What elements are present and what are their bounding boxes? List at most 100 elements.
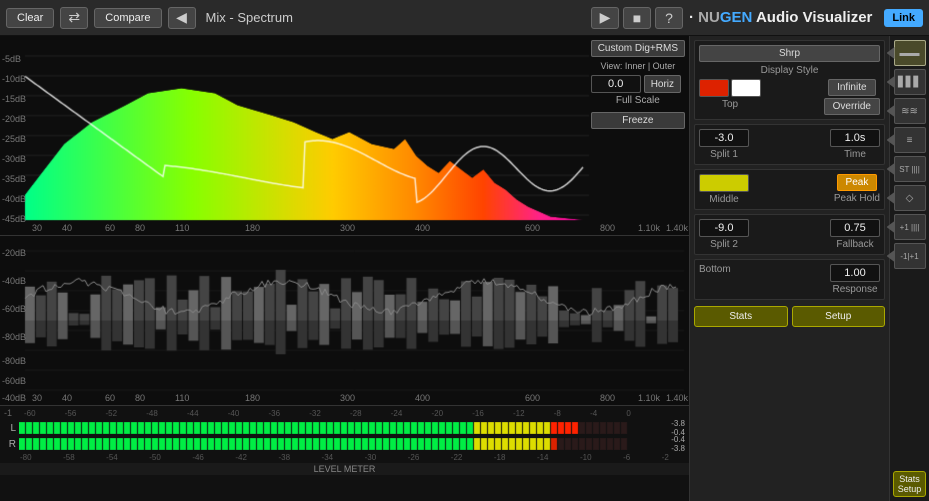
clear-button[interactable]: Clear [6, 8, 54, 28]
icon-btn-2[interactable]: ▋▋▋ + [894, 69, 926, 95]
freq-110: 110 [175, 223, 189, 233]
play-button[interactable]: ▶ [591, 7, 619, 29]
response-value[interactable]: 1.00 [830, 264, 880, 282]
custom-dig-rms-button[interactable]: Custom Dig+RMS [591, 40, 685, 57]
arrow-left-button[interactable]: ◀ [168, 7, 196, 29]
value-box[interactable]: 0.0 [591, 75, 641, 93]
horiz-button[interactable]: Horiz [644, 75, 681, 93]
mfreq-110k: 1.10k [638, 393, 660, 403]
freq-40: 40 [62, 223, 72, 233]
display-style-section: Shrp Display Style Top Infinite Override [694, 40, 885, 120]
infinite-override-col: Infinite Override [824, 79, 880, 115]
icon-btn-1-label: ▬▬ [900, 48, 920, 59]
bottom-label: Bottom [699, 264, 731, 275]
right-panel: Shrp Display Style Top Infinite Override [689, 36, 889, 501]
peak-button[interactable]: Peak [837, 174, 878, 191]
icon-btn-5[interactable]: ST |||| + [894, 156, 926, 182]
mfreq-80: 80 [135, 393, 145, 403]
stop-button[interactable]: ■ [623, 7, 651, 29]
mfreq-180: 180 [245, 393, 260, 403]
stats-setup-row: Stats Setup [694, 304, 885, 327]
icon-btn-4[interactable]: ≡ + [894, 127, 926, 153]
level-meter-label: LEVEL METER [0, 463, 689, 475]
db-label-45: -45dB [2, 214, 26, 224]
link-button[interactable]: Link [884, 9, 923, 27]
freq-140k: 1.40k [666, 223, 688, 233]
compare-button[interactable]: Compare [94, 8, 161, 28]
split1-value[interactable]: -3.0 [699, 129, 749, 147]
meter-area: -20dB -40dB -60dB -80dB -80dB -60dB -40d… [0, 236, 689, 406]
bottom-col: Bottom [699, 264, 731, 295]
mfreq-110: 110 [175, 393, 189, 403]
l-label: L [4, 423, 16, 434]
freq-300: 300 [340, 223, 355, 233]
db-label-35: -35dB [2, 174, 26, 184]
freeze-button[interactable]: Freeze [591, 112, 685, 129]
r-values: -0.4 -3.8 [635, 435, 685, 453]
help-button[interactable]: ? [655, 7, 683, 29]
fallback-col: 0.75 Fallback [830, 219, 880, 250]
top-swatch-white[interactable] [731, 79, 761, 97]
mfreq-800: 800 [600, 393, 615, 403]
icon-btn-2-label: ▋▋▋ [898, 77, 921, 88]
db-label-25: -25dB [2, 134, 26, 144]
stats-setup-icons: StatsSetup [893, 469, 927, 497]
spectrum-canvas [0, 36, 689, 235]
freq-110k: 1.10k [638, 223, 660, 233]
icon-btn-3[interactable]: ≋≋ + [894, 98, 926, 124]
db-label-10: -10dB [2, 74, 26, 84]
mfreq-60: 60 [105, 393, 115, 403]
meter-db-80b: -80dB [2, 356, 26, 366]
icon-btn-6-label: ◇ [906, 193, 914, 204]
minus1-label: -1 [4, 408, 20, 418]
icon-btn-3-label: ≋≋ [901, 106, 918, 117]
split2-label: Split 2 [710, 239, 738, 250]
icon-btn-6[interactable]: ◇ + [894, 185, 926, 211]
display-style-label: Display Style [699, 65, 880, 76]
freq-30: 30 [32, 223, 42, 233]
setup-button[interactable]: Setup [792, 306, 886, 327]
db-label-15: -15dB [2, 94, 26, 104]
icon-btn-1[interactable]: ▬▬ + [894, 40, 926, 66]
freq-80: 80 [135, 223, 145, 233]
icon-btn-7[interactable]: +1 |||| + [894, 214, 926, 240]
time-label: Time [844, 149, 866, 160]
shrp-button[interactable]: Shrp [699, 45, 880, 62]
split2-value[interactable]: -9.0 [699, 219, 749, 237]
meter-db-80: -80dB [2, 332, 26, 342]
l-level-canvas [19, 422, 632, 434]
time-value[interactable]: 1.0s [830, 129, 880, 147]
meter-canvas [0, 236, 689, 405]
level-scale: -60 -56 -52 -48 -44 -40 -36 -32 -28 -24 … [22, 409, 633, 418]
icon-btn-4-label: ≡ [907, 135, 913, 146]
back-forward-button[interactable]: ⇄ [60, 7, 88, 29]
override-button[interactable]: Override [824, 98, 880, 115]
split1-row: -3.0 Split 1 1.0s Time [699, 129, 880, 160]
top-row: Top Infinite Override [699, 79, 880, 115]
level-row-r: R -0.4 -3.8 [0, 436, 689, 452]
fallback-value[interactable]: 0.75 [830, 219, 880, 237]
infinite-button[interactable]: Infinite [828, 79, 875, 96]
r-level-canvas [19, 438, 632, 450]
response-row: Bottom 1.00 Response [699, 264, 880, 295]
level-row-l: L -3.8 -0.4 [0, 420, 689, 436]
response-section: Bottom 1.00 Response [694, 259, 885, 300]
meter-db-60b: -60dB [2, 376, 26, 386]
meter-db-20: -20dB [2, 248, 26, 258]
icon-strip: ▬▬ + ▋▋▋ + ≋≋ + ≡ + ST |||| + ◇ + [889, 36, 929, 501]
r-label: R [4, 439, 16, 450]
stats-button[interactable]: Stats [694, 306, 788, 327]
icon-btn-8[interactable]: -1|+1 + [894, 243, 926, 269]
middle-row: Middle Peak Peak Hold [699, 174, 880, 205]
stats-icon-button[interactable]: StatsSetup [893, 471, 927, 497]
middle-swatch[interactable] [699, 174, 749, 192]
db-label-20: -20dB [2, 114, 26, 124]
icon-btn-7-label: +1 |||| [900, 223, 920, 232]
top-swatch-red[interactable] [699, 79, 729, 97]
peak-col: Peak Peak Hold [834, 174, 880, 205]
transport-buttons: ▶ ■ ? [591, 7, 683, 29]
peak-hold-label: Peak Hold [834, 193, 880, 204]
fallback-label: Fallback [836, 239, 873, 250]
bottom-scale: -80 -58 -54 -50 -46 -42 -38 -34 -30 -26 … [0, 452, 689, 463]
value-horiz-pair: 0.0 Horiz [591, 75, 685, 93]
